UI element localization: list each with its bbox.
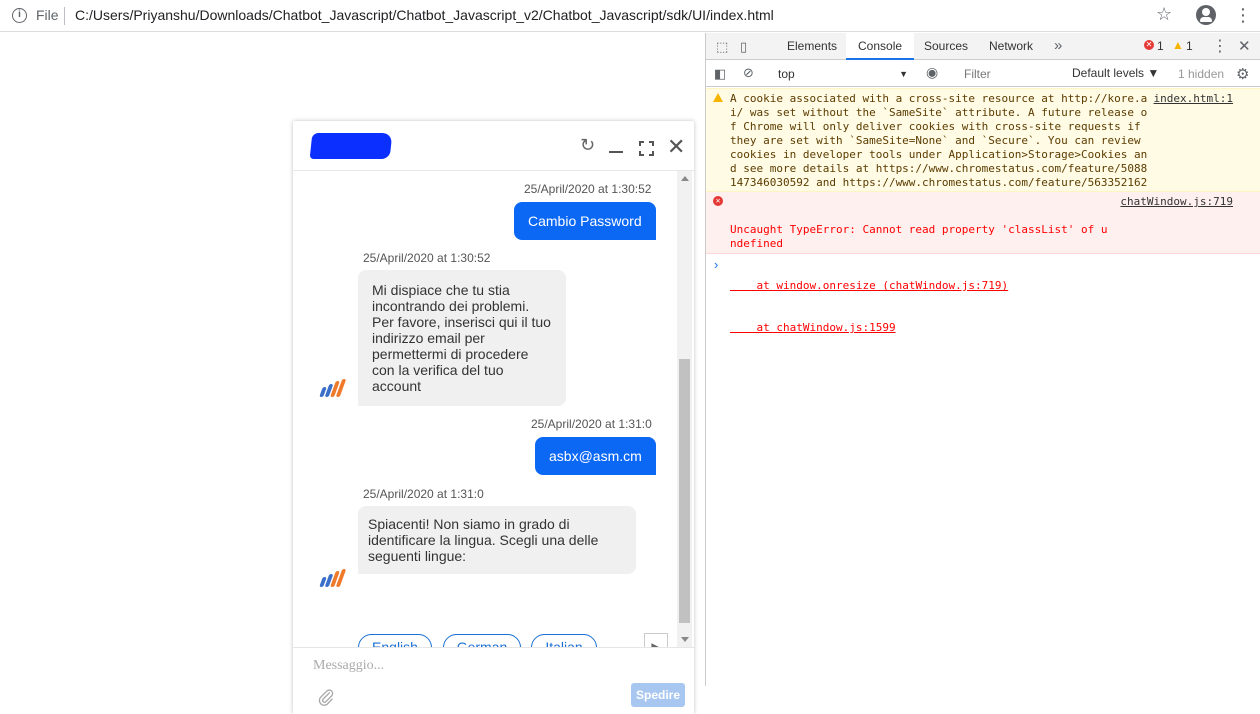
eye-icon[interactable]: ◉	[926, 64, 938, 81]
chevron-down-icon: ▼	[899, 69, 908, 79]
devtools-panel: ⬚ ▯ Elements Console Sources Network » ✕…	[705, 33, 1260, 686]
devtools-tabbar: ⬚ ▯ Elements Console Sources Network » ✕…	[706, 33, 1260, 60]
message-timestamp: 25/April/2020 at 1:31:0	[531, 417, 652, 431]
expand-icon[interactable]	[639, 141, 654, 156]
redacted-logo	[309, 133, 393, 159]
error-line-3[interactable]: at chatWindow.js:1599	[730, 321, 1236, 335]
message-timestamp: 25/April/2020 at 1:30:52	[524, 182, 652, 196]
console-error: ✕ Uncaught TypeError: Cannot read proper…	[706, 192, 1260, 334]
user-message: Cambio Password	[514, 202, 656, 240]
scroll-thumb[interactable]	[679, 359, 690, 623]
info-icon[interactable]: i	[12, 8, 27, 23]
divider	[64, 7, 65, 25]
message-list: 25/April/2020 at 1:30:52 Cambio Password…	[293, 171, 677, 647]
paperclip-icon[interactable]	[317, 688, 335, 706]
menu-kebab-icon[interactable]: ⋮	[1234, 4, 1252, 26]
warning-icon[interactable]: ▲	[1172, 38, 1184, 52]
file-label: File	[36, 7, 59, 23]
bot-message: Mi dispiace che tu stia incontrando dei …	[358, 270, 566, 406]
context-value: top	[778, 67, 795, 81]
page-content: ↻ ✕ 25/April/2020 at 1:30:52 Cambio Pass…	[0, 33, 705, 714]
levels-dropdown[interactable]: Default levels ▼	[1072, 66, 1159, 80]
error-message: Uncaught TypeError: Cannot read property…	[730, 195, 1236, 363]
bot-avatar-icon	[319, 569, 347, 587]
close-devtools-icon[interactable]: ✕	[1238, 37, 1251, 55]
reload-icon[interactable]: ↻	[580, 136, 595, 154]
filter-input[interactable]	[958, 64, 1066, 84]
chat-window: ↻ ✕ 25/April/2020 at 1:30:52 Cambio Pass…	[293, 121, 694, 714]
scroll-down-icon[interactable]	[681, 637, 689, 642]
console-prompt-icon[interactable]: ›	[714, 257, 718, 272]
carousel-next-icon[interactable]: ▶	[644, 633, 668, 647]
settings-kebab-icon[interactable]: ⋮	[1212, 36, 1228, 56]
error-icon: ✕	[713, 196, 723, 206]
chat-header: ↻ ✕	[293, 121, 694, 171]
more-tabs-icon[interactable]: »	[1054, 37, 1062, 54]
scroll-up-icon[interactable]	[681, 176, 689, 181]
gear-icon[interactable]: ⚙	[1236, 65, 1249, 83]
bot-avatar-icon	[319, 379, 347, 397]
error-icon[interactable]: ✕	[1144, 40, 1154, 50]
error-line-1: Uncaught TypeError: Cannot read property…	[730, 223, 1108, 250]
composer: Spedire	[293, 647, 694, 714]
message-scrollbar[interactable]	[677, 171, 692, 647]
tab-network[interactable]: Network	[977, 33, 1045, 60]
warning-source-link[interactable]: index.html:1	[1154, 92, 1233, 106]
choice-english-button[interactable]: English	[358, 634, 432, 647]
hidden-count: 1 hidden	[1178, 67, 1225, 81]
error-count[interactable]: 1	[1157, 39, 1164, 53]
tab-console[interactable]: Console	[846, 33, 915, 60]
account-icon[interactable]	[1196, 5, 1216, 25]
device-toolbar-icon[interactable]: ▯	[740, 39, 747, 55]
warning-message: A cookie associated with a cross-site re…	[730, 92, 1148, 203]
send-button[interactable]: Spedire	[631, 683, 685, 707]
user-message: asbx@asm.cm	[535, 437, 656, 475]
bookmark-star-icon[interactable]: ☆	[1156, 4, 1172, 25]
choice-german-button[interactable]: German	[443, 634, 521, 647]
error-source-link[interactable]: chatWindow.js:719	[1120, 195, 1233, 209]
sidebar-toggle-icon[interactable]: ◧	[714, 66, 726, 82]
message-input[interactable]	[313, 656, 593, 676]
message-timestamp: 25/April/2020 at 1:30:52	[363, 251, 491, 265]
inspect-element-icon[interactable]: ⬚	[716, 39, 728, 55]
tab-sources[interactable]: Sources	[912, 33, 980, 60]
tab-elements[interactable]: Elements	[775, 33, 849, 60]
warning-icon	[713, 93, 723, 102]
clear-console-icon[interactable]: ⊘	[743, 65, 754, 81]
choice-italian-button[interactable]: Italian	[531, 634, 597, 647]
console-warning: A cookie associated with a cross-site re…	[706, 88, 1260, 203]
bot-message: Spiacenti! Non siamo in grado di identif…	[358, 506, 636, 574]
close-icon[interactable]: ✕	[667, 136, 685, 158]
url-field[interactable]: C:/Users/Priyanshu/Downloads/Chatbot_Jav…	[75, 7, 774, 23]
context-select[interactable]: top ▼	[772, 65, 912, 83]
address-bar: i File C:/Users/Priyanshu/Downloads/Chat…	[0, 0, 1260, 32]
console-toolbar: ◧ ⊘ top ▼ ◉ Default levels ▼ 1 hidden ⚙	[706, 61, 1260, 87]
message-timestamp: 25/April/2020 at 1:31:0	[363, 487, 484, 501]
warning-count[interactable]: 1	[1186, 39, 1193, 53]
error-line-2[interactable]: at window.onresize (chatWindow.js:719)	[730, 279, 1236, 293]
